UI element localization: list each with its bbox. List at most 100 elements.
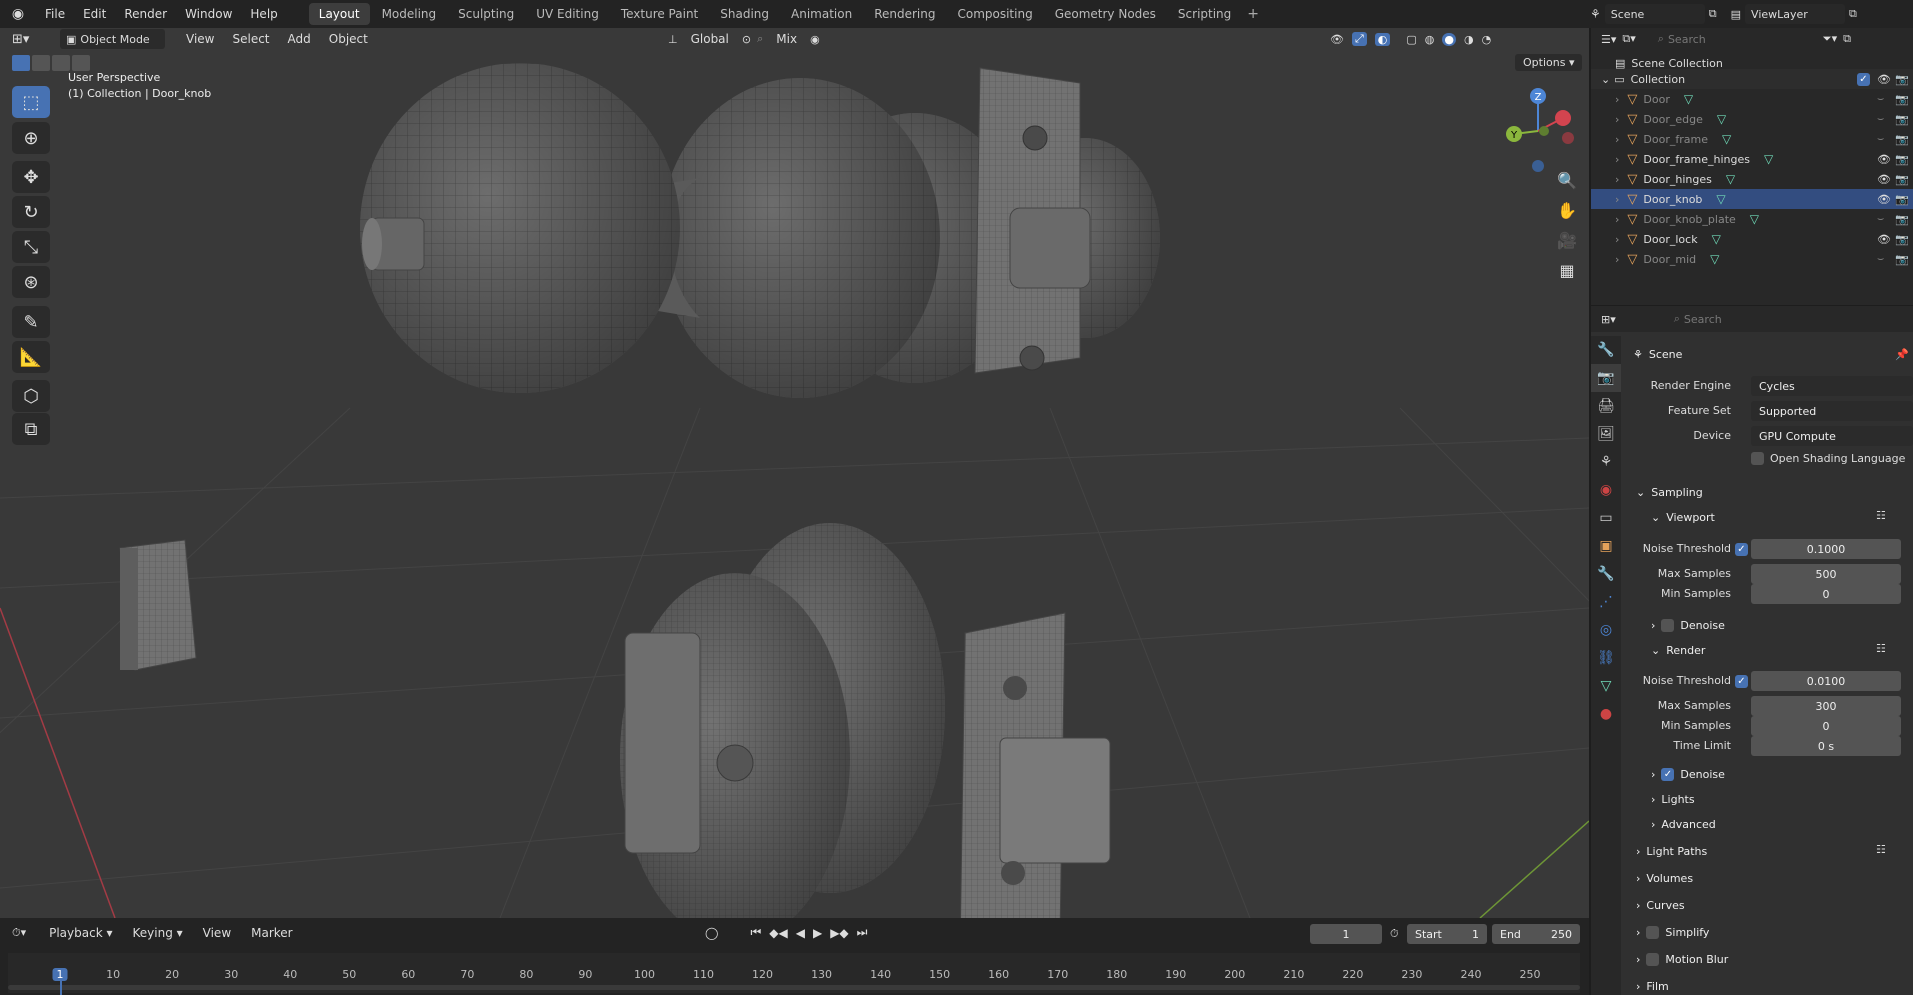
render-camera-icon[interactable]: 📷 — [1895, 133, 1909, 146]
output-tab-icon[interactable]: 🖨 — [1591, 392, 1621, 420]
auto-keying-icon[interactable]: ◯ — [705, 926, 718, 940]
menu-help[interactable]: Help — [241, 0, 286, 28]
visibility-eye-icon[interactable]: ⌣ — [1877, 132, 1884, 146]
annotate-tool[interactable]: ✎ — [12, 306, 50, 338]
menu-marker[interactable]: Marker — [244, 923, 299, 943]
current-frame-field[interactable]: 1 — [1310, 924, 1382, 944]
proportional-edit-icon[interactable]: ◉ — [810, 33, 820, 46]
snap-mode-selector[interactable]: Mix — [769, 29, 804, 49]
tab-rendering[interactable]: Rendering — [864, 3, 945, 25]
render-noise-threshold-checkbox[interactable]: ✓ — [1735, 675, 1748, 688]
world-tab-icon[interactable]: ◉ — [1591, 476, 1621, 504]
tab-modeling[interactable]: Modeling — [372, 3, 447, 25]
tab-uv-editing[interactable]: UV Editing — [526, 3, 609, 25]
motion-blur-section[interactable]: › Motion Blur — [1636, 953, 1728, 966]
tab-compositing[interactable]: Compositing — [947, 3, 1042, 25]
expand-icon[interactable]: › — [1615, 113, 1619, 126]
collection-camera-icon[interactable]: 📷 — [1895, 73, 1909, 86]
play-reverse-icon[interactable]: ◀ — [796, 926, 805, 940]
shading-material-icon[interactable]: ◑ — [1464, 33, 1474, 46]
prev-keyframe-icon[interactable]: ◆◀ — [769, 926, 787, 940]
add-workspace-icon[interactable]: + — [1247, 6, 1259, 22]
constraints-tab-icon[interactable]: ⛓ — [1591, 644, 1621, 672]
outliner-item[interactable]: › ▽ Door_frame ▽ ⌣ 📷 — [1591, 129, 1913, 149]
render-camera-icon[interactable]: 📷 — [1895, 173, 1909, 186]
scene-selector[interactable]: Scene — [1604, 4, 1705, 24]
osl-checkbox[interactable] — [1751, 452, 1764, 465]
outliner-search-input[interactable]: ⌕ Search — [1651, 29, 1767, 49]
menu-keying[interactable]: Keying ▾ — [126, 923, 190, 943]
render-time-limit-field[interactable]: 0 s — [1751, 736, 1901, 756]
menu-window[interactable]: Window — [176, 0, 241, 28]
render-tab-icon[interactable]: 📷 — [1591, 364, 1621, 392]
viewport-presets-icon[interactable]: ☷ — [1876, 509, 1886, 522]
stopwatch-icon[interactable]: ⏱ — [1390, 927, 1399, 941]
feature-set-select[interactable]: Supported — [1751, 401, 1913, 421]
tab-texture-paint[interactable]: Texture Paint — [611, 3, 708, 25]
render-max-samples-field[interactable]: 300 — [1751, 696, 1901, 716]
view-layer-tab-icon[interactable]: 🖼 — [1591, 420, 1621, 448]
zoom-icon[interactable]: 🔍 — [1553, 166, 1581, 194]
render-camera-icon[interactable]: 📷 — [1895, 153, 1909, 166]
collection-checkbox[interactable]: ✓ — [1857, 72, 1870, 86]
visibility-eye-icon[interactable]: ⌣ — [1877, 212, 1884, 226]
gizmo-toggle-icon[interactable]: ⤢ — [1351, 32, 1367, 46]
collection-tab-icon[interactable]: ▭ — [1591, 504, 1621, 532]
options-button[interactable]: Options ▾ — [1515, 54, 1583, 71]
expand-icon[interactable]: ⌄ — [1601, 73, 1610, 86]
display-mode-icon[interactable]: ⧉▾ — [1622, 32, 1635, 46]
viewport-max-samples-field[interactable]: 500 — [1751, 564, 1901, 584]
expand-icon[interactable]: › — [1615, 93, 1619, 106]
tab-shading[interactable]: Shading — [710, 3, 779, 25]
xray-toggle-icon[interactable]: ▢ — [1406, 33, 1416, 46]
visibility-icon[interactable]: 👁 — [1330, 33, 1344, 46]
scene-tab-icon[interactable]: ⚘ — [1591, 448, 1621, 476]
snap-icon[interactable]: ⌕ — [757, 32, 763, 46]
tab-animation[interactable]: Animation — [781, 3, 862, 25]
viewport-subsection[interactable]: ⌄ Viewport — [1651, 511, 1715, 524]
new-scene-icon[interactable]: ⧉ — [1709, 7, 1717, 21]
filter-icon[interactable]: ⏷▾ — [1823, 32, 1837, 46]
menu-file[interactable]: File — [36, 0, 74, 28]
mode-selector[interactable]: ▣ Object Mode — [60, 29, 165, 49]
outliner-item[interactable]: › ▽ Door_frame_hinges ▽ 👁 📷 — [1591, 149, 1913, 169]
render-denoise-row[interactable]: › ✓ Denoise — [1651, 768, 1725, 781]
menu-playback[interactable]: Playback ▾ — [42, 923, 119, 943]
timeline-scrollbar[interactable] — [8, 985, 1580, 990]
render-camera-icon[interactable]: 📷 — [1895, 113, 1909, 126]
jump-start-icon[interactable]: ⏮ — [750, 925, 761, 940]
rotate-tool[interactable]: ↻ — [12, 196, 50, 228]
render-subsection[interactable]: ⌄ Render — [1651, 644, 1705, 657]
tab-sculpting[interactable]: Sculpting — [448, 3, 524, 25]
expand-icon[interactable]: › — [1615, 213, 1619, 226]
expand-icon[interactable]: › — [1615, 193, 1619, 206]
outliner-item[interactable]: › ▽ Door_knob_plate ▽ ⌣ 📷 — [1591, 209, 1913, 229]
physics-tab-icon[interactable]: ◎ — [1591, 616, 1621, 644]
viewport-denoise-checkbox[interactable] — [1661, 619, 1675, 632]
tool-tab-icon[interactable]: 🔧 — [1591, 336, 1621, 364]
render-camera-icon[interactable]: 📷 — [1895, 193, 1909, 206]
properties-editor-icon[interactable]: ⊞▾ — [1601, 313, 1616, 326]
simplify-section[interactable]: › Simplify — [1636, 926, 1709, 939]
render-min-samples-field[interactable]: 0 — [1751, 716, 1901, 736]
new-collection-icon[interactable]: ⧉ — [1843, 32, 1851, 46]
volumes-section[interactable]: › Volumes — [1636, 872, 1693, 885]
expand-icon[interactable]: › — [1615, 233, 1619, 246]
scale-tool[interactable]: ⤡ — [12, 231, 50, 263]
view-layer-selector[interactable]: ViewLayer — [1745, 4, 1846, 24]
material-tab-icon[interactable]: ● — [1591, 700, 1621, 728]
shading-rendered-icon[interactable]: ◔ — [1482, 33, 1492, 46]
outliner-item[interactable]: › ▽ Door_hinges ▽ 👁 📷 — [1591, 169, 1913, 189]
menu-timeline-view[interactable]: View — [196, 923, 238, 943]
visibility-eye-icon[interactable]: 👁 — [1877, 173, 1891, 186]
new-view-layer-icon[interactable]: ⧉ — [1849, 7, 1857, 21]
menu-select[interactable]: Select — [225, 29, 276, 49]
pivot-icon[interactable]: ⊙ — [742, 33, 751, 46]
view-layer-icon[interactable]: ▤ — [1731, 8, 1741, 21]
select-mode-icons[interactable] — [12, 55, 90, 71]
sampling-section[interactable]: ⌄ Sampling — [1636, 486, 1703, 499]
transform-orientation-selector[interactable]: Global — [684, 29, 736, 49]
menu-add[interactable]: Add — [281, 29, 318, 49]
navigation-gizmo[interactable]: Z Y — [1498, 86, 1578, 176]
render-camera-icon[interactable]: 📷 — [1895, 93, 1909, 106]
